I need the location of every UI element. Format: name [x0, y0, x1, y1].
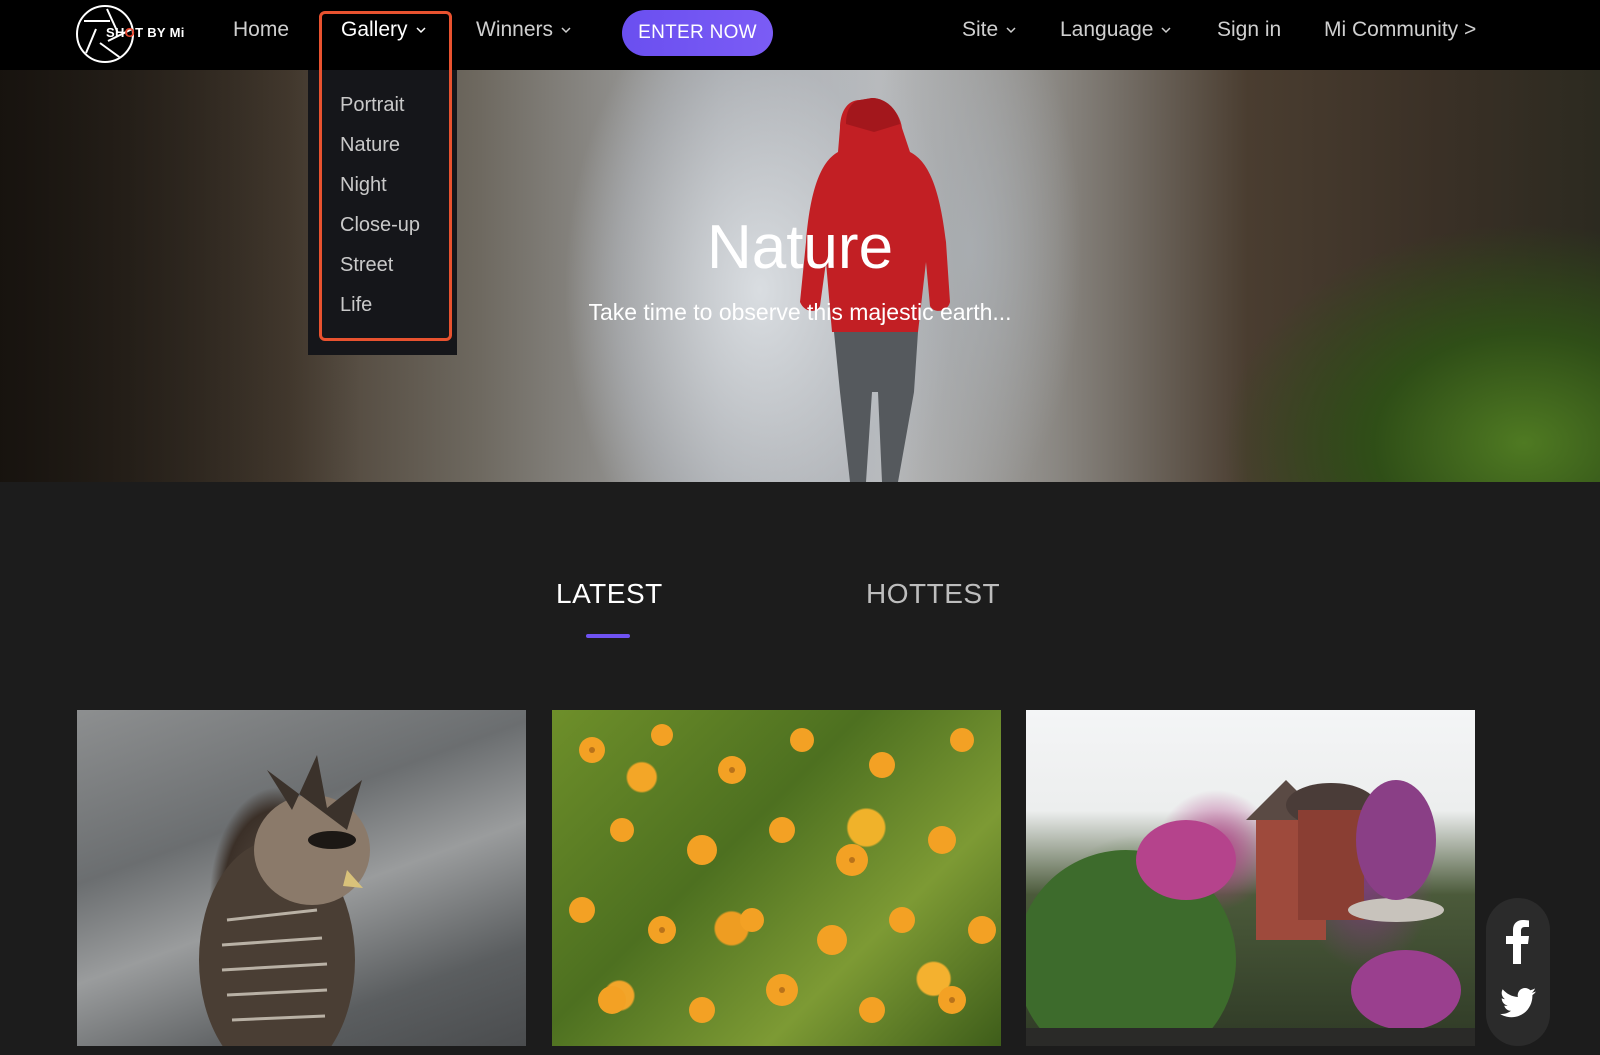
photo-card-flowers[interactable] — [552, 710, 1001, 1046]
owl-image — [199, 755, 370, 1046]
menu-item-portrait[interactable]: Portrait — [340, 94, 404, 117]
chevron-down-icon — [561, 27, 571, 34]
menu-item-close-up[interactable]: Close-up — [340, 214, 420, 237]
photo-card-owl[interactable] — [77, 710, 526, 1046]
house-image — [1026, 780, 1475, 1046]
social-share-bar — [1486, 898, 1550, 1046]
menu-item-night[interactable]: Night — [340, 174, 387, 197]
facebook-icon[interactable] — [1486, 920, 1550, 964]
shot-by-mi-logo[interactable]: SHOT BY Mi — [76, 4, 184, 64]
flowers-image — [569, 724, 996, 1023]
hiker-image — [800, 98, 950, 482]
nav-gallery[interactable]: Gallery — [341, 18, 426, 42]
nav-mi-community[interactable]: Mi Community > — [1324, 18, 1476, 42]
tab-hottest[interactable]: HOTTEST — [866, 578, 1000, 610]
nav-home[interactable]: Home — [233, 18, 289, 42]
nav-sign-in[interactable]: Sign in — [1217, 18, 1281, 42]
logo-text: SHOT BY Mi — [106, 25, 185, 40]
gallery-dropdown-menu: Portrait Nature Night Close-up Street Li… — [308, 70, 457, 355]
twitter-icon[interactable] — [1486, 988, 1550, 1018]
hero-title: Nature — [706, 213, 894, 282]
chevron-down-icon — [1161, 27, 1171, 34]
menu-item-life[interactable]: Life — [340, 294, 372, 317]
menu-item-street[interactable]: Street — [340, 254, 393, 277]
hero-banner: Nature Take time to observe this majesti… — [0, 70, 1600, 482]
nav-language[interactable]: Language — [1060, 18, 1171, 42]
chevron-down-icon — [1006, 27, 1016, 34]
hero-subtitle: Take time to observe this majestic earth… — [588, 299, 1012, 325]
nav-winners[interactable]: Winners — [476, 18, 571, 42]
nav-site[interactable]: Site — [962, 18, 1016, 42]
tab-latest[interactable]: LATEST — [556, 578, 663, 610]
active-tab-indicator — [586, 634, 630, 638]
enter-now-button[interactable]: ENTER NOW — [622, 10, 773, 56]
top-nav: SHOT BY Mi Home Gallery Winners ENTER NO… — [0, 0, 1600, 70]
chevron-down-icon — [416, 27, 426, 34]
menu-item-nature[interactable]: Nature — [340, 134, 400, 157]
photo-card-house[interactable] — [1026, 710, 1475, 1046]
